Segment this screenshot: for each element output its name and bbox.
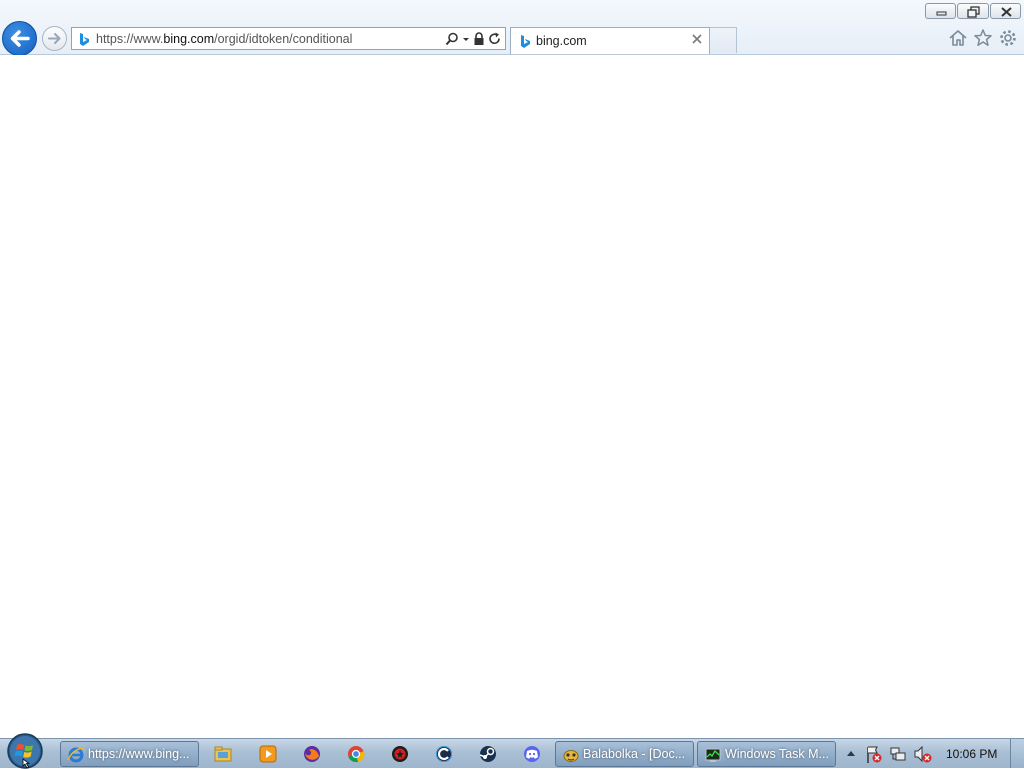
back-arrow-icon <box>10 30 30 47</box>
star-icon[interactable] <box>973 28 993 48</box>
ccleaner-icon[interactable] <box>433 743 455 765</box>
minimize-button[interactable] <box>925 3 956 19</box>
internet-explorer-icon <box>67 747 84 763</box>
network-icon[interactable] <box>888 739 908 769</box>
url-domain: bing.com <box>163 32 215 46</box>
gear-icon[interactable] <box>998 28 1018 48</box>
app-red-icon[interactable] <box>389 743 411 765</box>
minimize-icon <box>936 11 947 16</box>
refresh-icon[interactable] <box>488 32 501 46</box>
url-prefix: https://www. <box>96 32 164 46</box>
show-desktop-button[interactable] <box>1010 739 1024 768</box>
discord-icon[interactable] <box>521 743 543 765</box>
taskbar-button-balabolka[interactable]: Balabolka - [Doc... <box>555 741 694 767</box>
taskbar-button-label: Windows Task M... <box>725 747 829 761</box>
new-tab-button[interactable] <box>710 27 737 53</box>
taskbar: https://www.bing... Balabolka - [Doc... … <box>0 738 1024 768</box>
search-icon[interactable] <box>445 32 459 46</box>
taskbar-button-label: Balabolka - [Doc... <box>583 747 686 761</box>
address-bar-icons <box>445 32 501 46</box>
tab-bing[interactable]: bing.com <box>510 27 710 54</box>
restore-icon <box>967 6 980 18</box>
address-bar[interactable]: https://www.bing.com/orgid/idtoken/condi… <box>71 27 506 50</box>
balabolka-icon <box>563 750 579 762</box>
tab-label: bing.com <box>536 34 587 48</box>
page-content[interactable] <box>0 55 1024 738</box>
forward-arrow-icon <box>48 33 61 44</box>
taskbar-button-task-manager[interactable]: Windows Task M... <box>697 741 836 767</box>
media-player-icon[interactable] <box>257 743 279 765</box>
bing-icon <box>521 35 530 48</box>
home-icon[interactable] <box>948 28 968 48</box>
action-center-icon[interactable] <box>864 739 884 769</box>
bing-icon <box>80 33 89 46</box>
windows-start-orb[interactable] <box>4 729 46 769</box>
forward-button[interactable] <box>42 26 67 51</box>
restore-button[interactable] <box>957 3 989 19</box>
dropdown-arrow-icon[interactable] <box>462 32 470 46</box>
file-explorer-icon[interactable] <box>212 743 234 765</box>
close-button[interactable] <box>990 3 1021 19</box>
volume-muted-icon[interactable] <box>912 739 934 769</box>
url-path: /orgid/idtoken/conditional <box>214 32 353 46</box>
task-manager-icon <box>705 748 721 762</box>
firefox-icon[interactable] <box>301 743 323 765</box>
lock-icon[interactable] <box>473 32 485 46</box>
taskbar-button-ie[interactable]: https://www.bing... <box>60 741 199 767</box>
close-icon <box>1001 7 1012 17</box>
url-text[interactable]: https://www.bing.com/orgid/idtoken/condi… <box>96 32 352 46</box>
clock[interactable]: 10:06 PM <box>946 747 997 761</box>
show-hidden-icons-arrow[interactable] <box>844 739 858 769</box>
chrome-icon[interactable] <box>345 743 367 765</box>
browser-chrome: https://www.bing.com/orgid/idtoken/condi… <box>0 0 1024 56</box>
taskbar-button-label: https://www.bing... <box>88 747 190 761</box>
back-button[interactable] <box>2 21 37 56</box>
steam-icon[interactable] <box>477 743 499 765</box>
close-tab-icon[interactable] <box>691 33 703 45</box>
